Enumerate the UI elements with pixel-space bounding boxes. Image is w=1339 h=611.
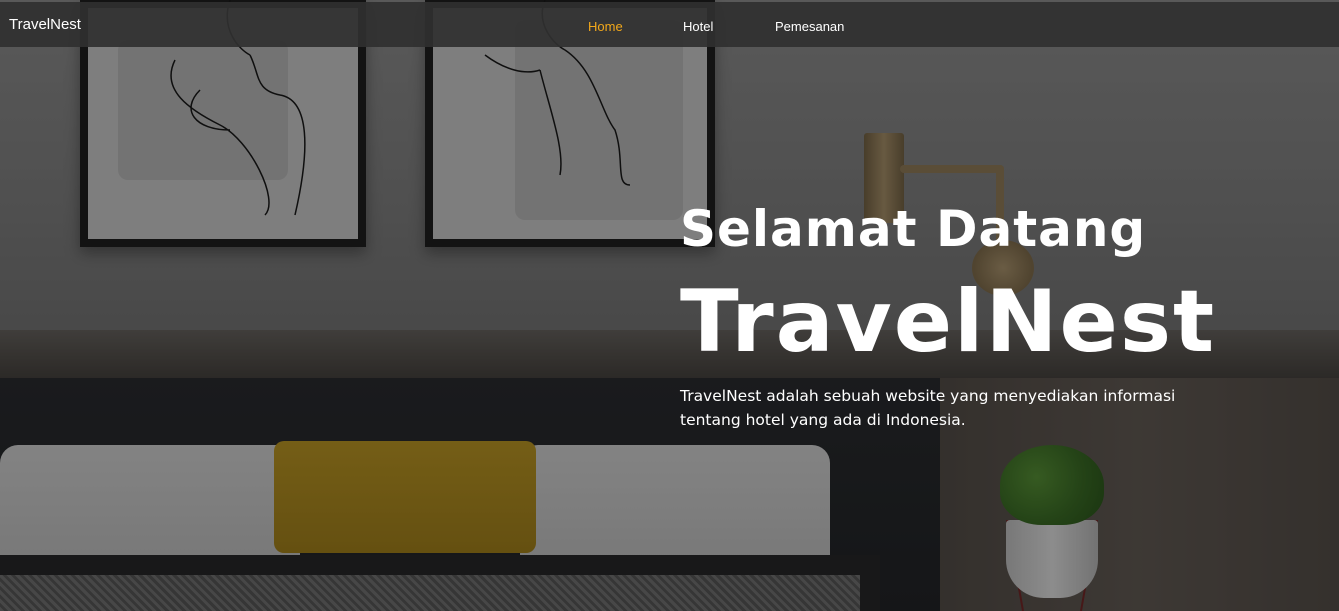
nav-link-home[interactable]: Home [588, 19, 623, 34]
nav-link-pemesanan[interactable]: Pemesanan [775, 19, 844, 34]
top-navbar: TravelNest Home Hotel Pemesanan [0, 2, 1339, 47]
hero-brand-title: TravelNest [680, 272, 1217, 372]
hero-section: TravelNest Home Hotel Pemesanan Selamat … [0, 0, 1339, 611]
brand-logo-link[interactable]: TravelNest [9, 16, 81, 33]
nav-link-hotel[interactable]: Hotel [683, 19, 713, 34]
hero-greeting: Selamat Datang [680, 200, 1147, 258]
hero-description: TravelNest adalah sebuah website yang me… [680, 387, 1176, 429]
